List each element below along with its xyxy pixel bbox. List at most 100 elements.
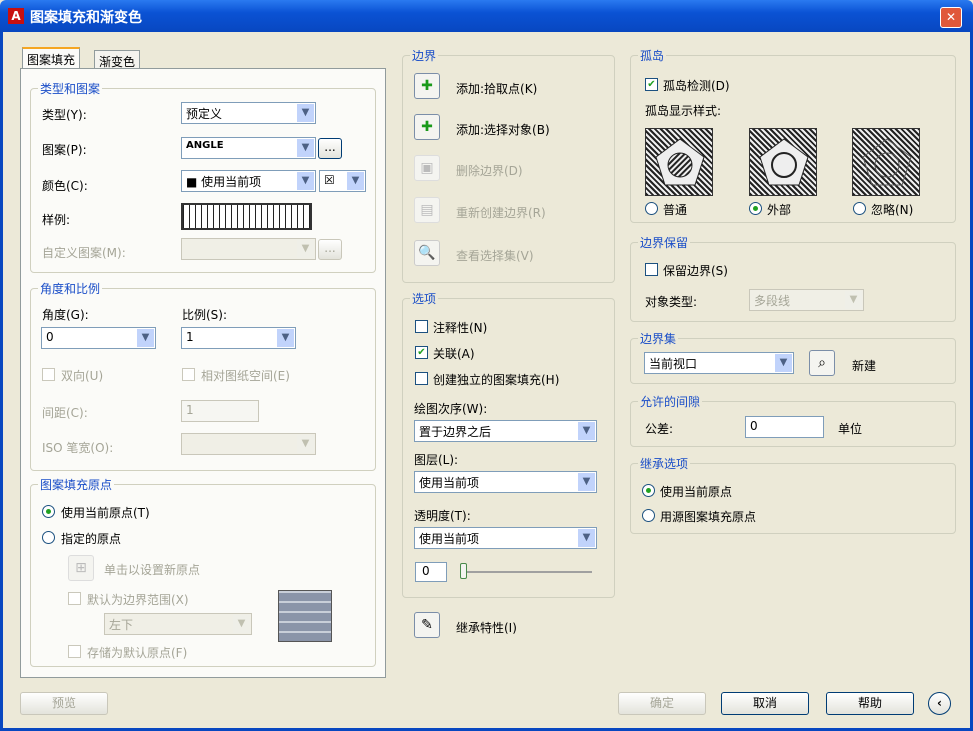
set-origin-button[interactable]: ⊞ xyxy=(68,555,94,581)
inherit-use-current-label: 使用当前原点 xyxy=(660,485,733,499)
recreate-boundary-label: 重新创建边界(R) xyxy=(456,206,546,220)
use-current-origin-radio[interactable] xyxy=(42,505,55,518)
angle-select[interactable]: 0 ▼ xyxy=(41,327,156,349)
island-normal-label: 普通 xyxy=(663,203,688,217)
recreate-boundary-button[interactable]: ▤ xyxy=(414,197,440,223)
add-pick-points-button[interactable]: ✚ xyxy=(414,73,440,99)
add-select-objects-button[interactable]: ✚ xyxy=(414,114,440,140)
chevron-down-icon: ▼ xyxy=(578,473,595,491)
origin-position-select[interactable]: 左下 ▼ xyxy=(104,613,252,635)
tab-hatch[interactable]: 图案填充 xyxy=(22,47,81,70)
autocad-app-icon: A xyxy=(8,8,24,24)
transparency-slider-track[interactable] xyxy=(462,571,592,573)
type-select[interactable]: 预定义 ▼ xyxy=(181,102,316,124)
relative-paperspace-label: 相对图纸空间(E) xyxy=(201,369,290,383)
island-outer-radio[interactable] xyxy=(749,202,762,215)
add-pick-points-label[interactable]: 添加:拾取点(K) xyxy=(456,80,537,97)
view-selections-button[interactable]: 🔍 xyxy=(414,240,440,266)
type-value: 预定义 xyxy=(186,107,223,121)
inherit-use-source-label: 用源图案填充原点 xyxy=(660,510,757,524)
custom-pattern-browse-button[interactable]: ... xyxy=(318,239,342,260)
scale-select[interactable]: 1 ▼ xyxy=(181,327,296,349)
remove-boundaries-icon: ▣ xyxy=(420,160,434,176)
use-current-origin-label: 使用当前原点(T) xyxy=(61,506,150,520)
title-bar[interactable] xyxy=(0,0,973,32)
chevron-down-icon: ▼ xyxy=(297,104,314,122)
transparency-slider-thumb[interactable] xyxy=(460,563,467,579)
tolerance-unit-label: 单位 xyxy=(838,422,863,436)
add-select-objects-label[interactable]: 添加:选择对象(B) xyxy=(456,121,550,138)
islands-legend: 孤岛 xyxy=(638,47,667,64)
default-extents-checkbox[interactable] xyxy=(68,592,81,605)
pentagon-outer-icon xyxy=(759,138,809,186)
add-pick-points-icon: ✚ xyxy=(421,78,433,94)
scale-label: 比例(S): xyxy=(182,308,228,322)
associative-checkbox[interactable]: ✔ xyxy=(415,346,428,359)
boundary-set-select[interactable]: 当前视口 ▼ xyxy=(644,352,794,374)
iso-pen-width-select[interactable]: ▼ xyxy=(181,433,316,455)
relative-paperspace-checkbox[interactable] xyxy=(182,368,195,381)
separate-hatches-checkbox[interactable] xyxy=(415,372,428,385)
pattern-select[interactable]: ANGLE ▼ xyxy=(181,137,316,159)
inherit-options-legend: 继承选项 xyxy=(638,455,691,472)
preview-button[interactable]: 预览 xyxy=(20,692,108,715)
options-group xyxy=(402,298,615,598)
pattern-browse-button[interactable]: ... xyxy=(318,138,342,159)
help-button[interactable]: 帮助 xyxy=(826,692,914,715)
select-objects-icon: ⌕ xyxy=(818,355,826,371)
spacing-input[interactable]: 1 xyxy=(181,400,259,422)
tolerance-input[interactable]: 0 xyxy=(745,416,824,438)
close-button[interactable]: ✕ xyxy=(940,7,962,28)
specified-origin-radio[interactable] xyxy=(42,531,55,544)
new-boundary-set-button[interactable]: ⌕ xyxy=(809,350,835,376)
custom-pattern-label: 自定义图案(M): xyxy=(42,246,126,260)
boundary-retention-legend: 边界保留 xyxy=(638,234,691,251)
cancel-button[interactable]: 取消 xyxy=(721,692,809,715)
inherit-use-current-radio[interactable] xyxy=(642,484,655,497)
inherit-properties-button[interactable]: ✎ xyxy=(414,612,440,638)
draw-order-value: 置于边界之后 xyxy=(419,425,492,439)
layer-value: 使用当前项 xyxy=(419,476,480,490)
chevron-down-icon: ▼ xyxy=(347,172,364,190)
island-detection-checkbox[interactable]: ✔ xyxy=(645,78,658,91)
chevron-down-icon: ▼ xyxy=(297,435,314,453)
retain-boundaries-checkbox[interactable] xyxy=(645,263,658,276)
custom-pattern-select[interactable]: ▼ xyxy=(181,238,316,260)
hatch-origin-legend: 图案填充原点 xyxy=(38,476,115,493)
transparency-amount-input[interactable]: 0 xyxy=(415,562,447,582)
color-value: ■ 使用当前项 xyxy=(186,175,262,189)
transparency-label: 透明度(T): xyxy=(414,509,471,523)
draw-order-label: 绘图次序(W): xyxy=(414,402,488,416)
layer-select[interactable]: 使用当前项 ▼ xyxy=(414,471,597,493)
background-color-select[interactable]: ☒ ▼ xyxy=(319,170,366,192)
annotative-checkbox[interactable] xyxy=(415,320,428,333)
type-pattern-legend: 类型和图案 xyxy=(38,80,103,97)
specified-origin-label: 指定的原点 xyxy=(61,532,122,546)
pattern-swatch[interactable] xyxy=(181,203,312,230)
inherit-properties-label[interactable]: 继承特性(I) xyxy=(456,619,517,636)
chevron-down-icon: ▼ xyxy=(233,615,250,633)
inherit-use-source-radio[interactable] xyxy=(642,509,655,522)
double-checkbox[interactable] xyxy=(42,368,55,381)
store-default-checkbox[interactable] xyxy=(68,645,81,658)
associative-label: 关联(A) xyxy=(433,347,475,361)
color-select[interactable]: ■ 使用当前项 ▼ xyxy=(181,170,316,192)
island-normal-preview[interactable] xyxy=(645,128,713,196)
ok-button[interactable]: 确定 xyxy=(618,692,706,715)
transparency-select[interactable]: 使用当前项 ▼ xyxy=(414,527,597,549)
iso-pen-width-label: ISO 笔宽(O): xyxy=(42,441,114,455)
island-detection-label: 孤岛检测(D) xyxy=(663,79,730,93)
layer-label: 图层(L): xyxy=(414,453,459,467)
default-extents-label: 默认为边界范围(X) xyxy=(87,593,189,607)
island-outer-preview[interactable] xyxy=(749,128,817,196)
pattern-label: 图案(P): xyxy=(42,143,87,157)
collapse-button[interactable]: ‹ xyxy=(928,692,951,715)
remove-boundaries-button[interactable]: ▣ xyxy=(414,155,440,181)
island-ignore-preview[interactable] xyxy=(852,128,920,196)
pentagon-normal-icon xyxy=(655,138,705,186)
draw-order-select[interactable]: 置于边界之后 ▼ xyxy=(414,420,597,442)
object-type-select[interactable]: 多段线 ▼ xyxy=(749,289,864,311)
gap-tolerance-legend: 允许的间隙 xyxy=(638,393,703,410)
island-ignore-radio[interactable] xyxy=(853,202,866,215)
island-normal-radio[interactable] xyxy=(645,202,658,215)
